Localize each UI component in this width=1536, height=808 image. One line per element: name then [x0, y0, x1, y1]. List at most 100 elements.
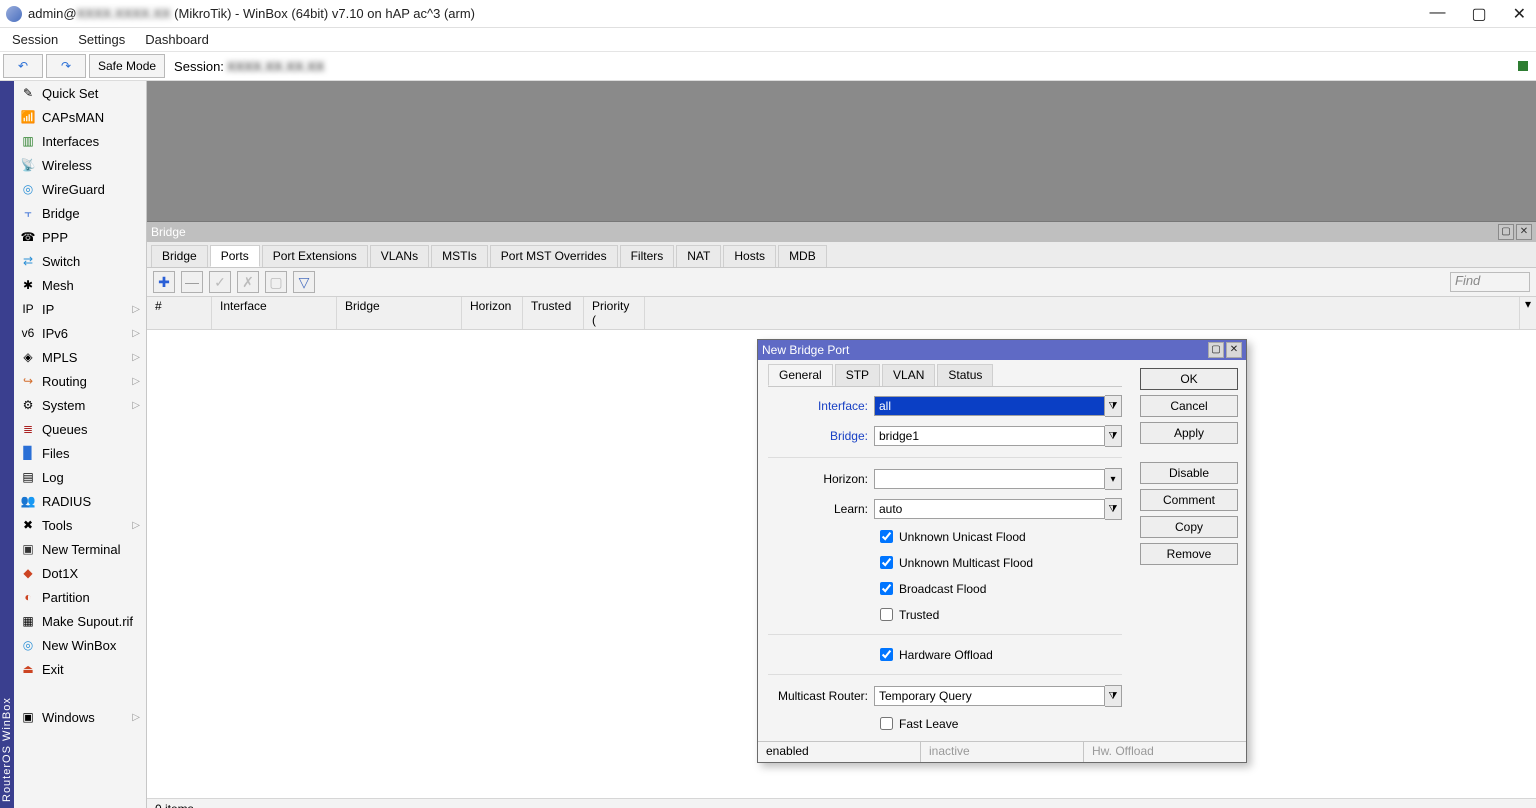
- multicast-field[interactable]: Temporary Query: [874, 686, 1105, 706]
- sidebar-item-bridge[interactable]: ⫟Bridge: [14, 201, 146, 225]
- multicast-dropdown-icon[interactable]: ⧩: [1105, 685, 1122, 707]
- sidebar-item-tools[interactable]: ✖Tools▷: [14, 513, 146, 537]
- cancel-button[interactable]: Cancel: [1140, 395, 1238, 417]
- sidebar-item-new-winbox[interactable]: ◎New WinBox: [14, 633, 146, 657]
- sidebar-icon: ▣: [20, 541, 36, 557]
- col-dropdown-icon[interactable]: ▾: [1519, 297, 1536, 329]
- redo-button[interactable]: ↷: [46, 54, 86, 78]
- remove-button[interactable]: —: [181, 271, 203, 293]
- bridge-field[interactable]: bridge1: [874, 426, 1105, 446]
- comment-button[interactable]: ▢: [265, 271, 287, 293]
- undo-button[interactable]: ↶: [3, 54, 43, 78]
- check-trusted[interactable]: [880, 608, 893, 621]
- disable-button[interactable]: ✗: [237, 271, 259, 293]
- menu-settings[interactable]: Settings: [78, 32, 125, 47]
- copy-button[interactable]: Copy: [1140, 516, 1238, 538]
- sidebar-item-new-terminal[interactable]: ▣New Terminal: [14, 537, 146, 561]
- sidebar-item-mesh[interactable]: ✱Mesh: [14, 273, 146, 297]
- learn-field[interactable]: auto: [874, 499, 1105, 519]
- col-bridge[interactable]: Bridge: [337, 297, 462, 329]
- sidebar-item-queues[interactable]: ≣Queues: [14, 417, 146, 441]
- sidebar-item-partition[interactable]: ◐Partition: [14, 585, 146, 609]
- dialog-tab-status[interactable]: Status: [937, 364, 993, 386]
- dialog-close-icon[interactable]: ✕: [1226, 342, 1242, 358]
- sidebar-item-label: PPP: [42, 230, 68, 245]
- check-unknown-multicast[interactable]: [880, 556, 893, 569]
- sidebar-item-quick-set[interactable]: ✎Quick Set: [14, 81, 146, 105]
- check-fast-leave[interactable]: [880, 717, 893, 730]
- tab-filters[interactable]: Filters: [620, 245, 675, 267]
- sidebar-item-label: IPv6: [42, 326, 68, 341]
- safe-mode-button[interactable]: Safe Mode: [89, 54, 165, 78]
- horizon-dropdown-icon[interactable]: ▾: [1105, 468, 1122, 490]
- sidebar-item-switch[interactable]: ⇄Switch: [14, 249, 146, 273]
- tab-bridge[interactable]: Bridge: [151, 245, 208, 267]
- dialog-titlebar[interactable]: New Bridge Port ▢ ✕: [758, 340, 1246, 360]
- apply-button[interactable]: Apply: [1140, 422, 1238, 444]
- col-priority[interactable]: Priority (: [584, 297, 645, 329]
- check-broadcast[interactable]: [880, 582, 893, 595]
- close-icon[interactable]: ✕: [1513, 4, 1526, 24]
- tab-mstis[interactable]: MSTIs: [431, 245, 488, 267]
- maximize-icon[interactable]: ▢: [1471, 4, 1486, 24]
- tab-port-extensions[interactable]: Port Extensions: [262, 245, 368, 267]
- sidebar-item-capsman[interactable]: 📶CAPsMAN: [14, 105, 146, 129]
- bridge-close-icon[interactable]: ✕: [1516, 224, 1532, 240]
- ok-button[interactable]: OK: [1140, 368, 1238, 390]
- dialog-tab-general[interactable]: General: [768, 364, 833, 386]
- sidebar-item-label: IP: [42, 302, 54, 317]
- sidebar-item-ip[interactable]: IPIP▷: [14, 297, 146, 321]
- col-interface[interactable]: Interface: [212, 297, 337, 329]
- sidebar-item-ppp[interactable]: ☎PPP: [14, 225, 146, 249]
- tab-port-mst-overrides[interactable]: Port MST Overrides: [490, 245, 618, 267]
- col-horizon[interactable]: Horizon: [462, 297, 523, 329]
- tab-hosts[interactable]: Hosts: [723, 245, 776, 267]
- menu-session[interactable]: Session: [12, 32, 58, 47]
- learn-dropdown-icon[interactable]: ⧩: [1105, 498, 1122, 520]
- dialog-maximize-icon[interactable]: ▢: [1208, 342, 1224, 358]
- sidebar-item-wireless[interactable]: 📡Wireless: [14, 153, 146, 177]
- col-trusted[interactable]: Trusted: [523, 297, 584, 329]
- sidebar-item-log[interactable]: ▤Log: [14, 465, 146, 489]
- tab-mdb[interactable]: MDB: [778, 245, 827, 267]
- find-input[interactable]: Find: [1450, 272, 1530, 292]
- disable-button[interactable]: Disable: [1140, 462, 1238, 484]
- sidebar-item-label: Switch: [42, 254, 80, 269]
- menu-dashboard[interactable]: Dashboard: [145, 32, 209, 47]
- interface-field[interactable]: all: [874, 396, 1105, 416]
- bridge-dropdown-icon[interactable]: ⧩: [1105, 425, 1122, 447]
- check-unknown-unicast[interactable]: [880, 530, 893, 543]
- filter-button[interactable]: ▽: [293, 271, 315, 293]
- sidebar-item-ipv6[interactable]: v6IPv6▷: [14, 321, 146, 345]
- bridge-window-titlebar[interactable]: Bridge ▢ ✕: [147, 222, 1536, 242]
- sidebar-item-label: CAPsMAN: [42, 110, 104, 125]
- check-hw-offload[interactable]: [880, 648, 893, 661]
- enable-button[interactable]: ✓: [209, 271, 231, 293]
- sidebar-item-radius[interactable]: 👥RADIUS: [14, 489, 146, 513]
- dialog-tab-stp[interactable]: STP: [835, 364, 880, 386]
- sidebar-item-files[interactable]: ▉Files: [14, 441, 146, 465]
- sidebar-item-dot1x[interactable]: ◆Dot1X: [14, 561, 146, 585]
- sidebar-item-system[interactable]: ⚙System▷: [14, 393, 146, 417]
- sidebar-item-wireguard[interactable]: ◎WireGuard: [14, 177, 146, 201]
- sidebar-item-make-supout.rif[interactable]: ▦Make Supout.rif: [14, 609, 146, 633]
- interface-dropdown-icon[interactable]: ⧩: [1105, 395, 1122, 417]
- sidebar-item-label: Windows: [42, 710, 95, 725]
- sidebar-item-exit[interactable]: ⏏Exit: [14, 657, 146, 681]
- tab-nat[interactable]: NAT: [676, 245, 721, 267]
- sidebar-item-routing[interactable]: ↪Routing▷: [14, 369, 146, 393]
- bridge-maximize-icon[interactable]: ▢: [1498, 224, 1514, 240]
- dialog-tab-vlan[interactable]: VLAN: [882, 364, 935, 386]
- tab-vlans[interactable]: VLANs: [370, 245, 429, 267]
- minimize-icon[interactable]: —: [1429, 4, 1445, 24]
- sidebar-item-mpls[interactable]: ◈MPLS▷: [14, 345, 146, 369]
- horizon-field[interactable]: [874, 469, 1105, 489]
- add-button[interactable]: ✚: [153, 271, 175, 293]
- remove-button[interactable]: Remove: [1140, 543, 1238, 565]
- sidebar-icon: ✱: [20, 277, 36, 293]
- sidebar-item-windows[interactable]: ▣Windows▷: [14, 705, 146, 729]
- sidebar-item-interfaces[interactable]: ▥Interfaces: [14, 129, 146, 153]
- col-index[interactable]: #: [147, 297, 212, 329]
- tab-ports[interactable]: Ports: [210, 245, 260, 267]
- comment-button[interactable]: Comment: [1140, 489, 1238, 511]
